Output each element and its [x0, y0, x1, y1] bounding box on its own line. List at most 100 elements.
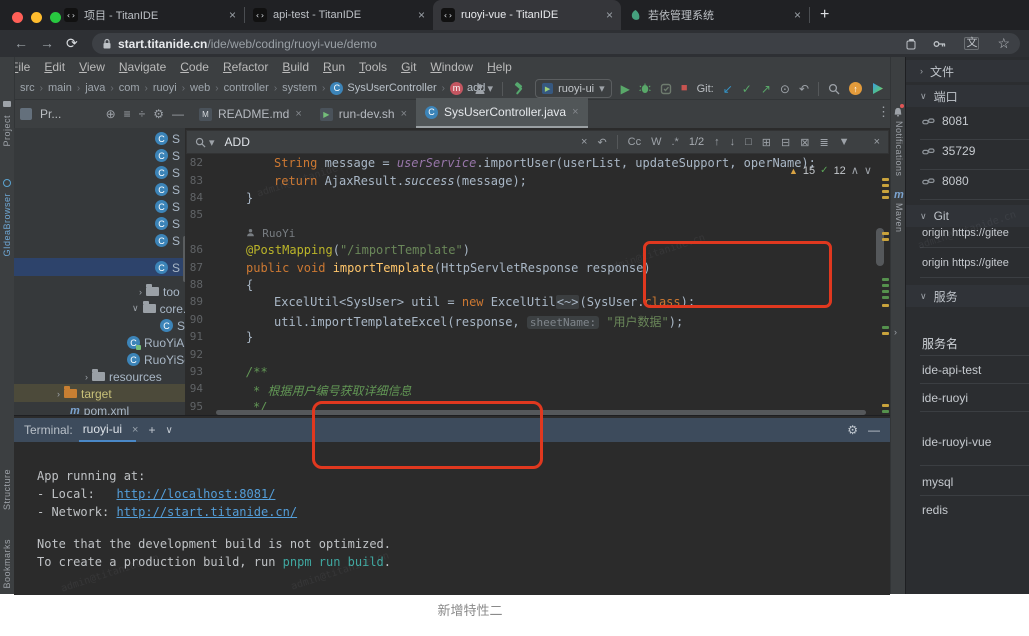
locate-file-icon[interactable]: ⊕	[106, 107, 116, 121]
tree-item-class[interactable]: CS	[155, 181, 180, 198]
terminal-settings-gear-icon[interactable]: ⚙	[847, 423, 858, 437]
tree-item-target[interactable]: ›target	[57, 385, 112, 402]
breadcrumb-main[interactable]: main	[48, 82, 72, 94]
port-row-8080[interactable]: 8080	[922, 174, 969, 188]
bookmark-star-icon[interactable]: ☆	[997, 35, 1010, 52]
git-push-icon[interactable]: ↗	[761, 83, 771, 95]
error-stripe-mark[interactable]	[882, 410, 889, 413]
expand-panel-arrow-icon[interactable]: ›	[894, 327, 897, 337]
tree-item-pom[interactable]: mpom.xml	[70, 402, 129, 415]
editor-tab-sysusercontroller[interactable]: C SysUserController.java ×	[416, 98, 587, 128]
clear-search-icon[interactable]: ×	[581, 136, 587, 148]
close-tab-icon[interactable]: ×	[229, 8, 236, 22]
prev-match-icon[interactable]: ↑	[714, 136, 720, 148]
service-row-ide-api-test[interactable]: ide-api-test	[922, 363, 981, 377]
error-stripe-mark[interactable]	[882, 232, 889, 235]
breadcrumb-com[interactable]: com	[119, 82, 140, 94]
services-section-header[interactable]: ∨服务	[906, 285, 1029, 307]
error-stripe-mark[interactable]	[882, 284, 889, 287]
debug-bug-icon[interactable]	[639, 82, 651, 95]
editor-options-kebab-icon[interactable]: ⋮	[877, 104, 890, 120]
menu-view[interactable]: View	[72, 60, 112, 74]
error-stripe-mark[interactable]	[882, 404, 889, 407]
address-bar[interactable]: start.titanide.cn/ide/web/coding/ruoyi-v…	[92, 33, 1020, 54]
tree-item-core-config[interactable]: ∨core.c	[132, 300, 190, 317]
maven-stripe-icon[interactable]: m	[894, 189, 904, 201]
git-update-icon[interactable]: ↙	[723, 83, 733, 95]
hide-terminal-icon[interactable]: —	[868, 423, 880, 437]
whole-words-toggle[interactable]: W	[651, 136, 661, 148]
user-account-button[interactable]: ▾	[474, 82, 494, 95]
menu-navigate[interactable]: Navigate	[112, 60, 173, 74]
menu-window[interactable]: Window	[423, 60, 480, 74]
browser-tab-project[interactable]: ‹› 项目 - TitanIDE ×	[56, 0, 244, 30]
menu-refactor[interactable]: Refactor	[216, 60, 275, 74]
search-in-selection-icon[interactable]: ≣	[819, 136, 828, 149]
menu-edit[interactable]: Edit	[37, 60, 72, 74]
port-row-35729[interactable]: 35729	[922, 144, 975, 158]
filter-funnel-icon[interactable]: ▼	[839, 136, 850, 148]
new-tab-button[interactable]: +	[810, 0, 839, 30]
files-section-header[interactable]: ›文件	[906, 60, 1029, 82]
stripe-bookmarks-button[interactable]: Bookmarks	[2, 539, 12, 589]
search-history-dropdown-icon[interactable]: ▾	[209, 136, 215, 149]
run-configuration-select[interactable]: ▶ ruoyi-ui ▾	[535, 79, 612, 98]
localhost-link[interactable]: http://localhost:8081/	[116, 487, 275, 501]
breadcrumb-java[interactable]: java	[85, 82, 105, 94]
tree-item-class[interactable]: CS	[155, 232, 180, 249]
stripe-maven-button[interactable]: Maven	[894, 203, 904, 233]
close-tab-icon[interactable]: ×	[418, 8, 425, 22]
stripe-project-button[interactable]: Project	[2, 115, 12, 147]
browser-tab-ruoyi-admin[interactable]: 若依管理系统 ×	[621, 0, 809, 30]
menu-code[interactable]: Code	[173, 60, 216, 74]
ide-logo-icon[interactable]	[871, 82, 884, 95]
service-row-ide-ruoyi[interactable]: ide-ruoyi	[922, 391, 968, 405]
new-line-icon[interactable]: ↶	[597, 136, 606, 149]
breadcrumb-system[interactable]: system	[282, 82, 317, 94]
add-selection-icon[interactable]: ⊞	[762, 136, 771, 149]
breadcrumb-ruoyi[interactable]: ruoyi	[153, 82, 177, 94]
tree-item-class[interactable]: CS	[155, 198, 180, 215]
error-stripe-mark[interactable]	[882, 304, 889, 307]
menu-git[interactable]: Git	[394, 60, 423, 74]
service-row-redis[interactable]: redis	[922, 503, 948, 517]
prev-problem-icon[interactable]: ∧	[851, 164, 859, 177]
tree-item-class[interactable]: CS	[155, 130, 180, 147]
breadcrumb-controller[interactable]: controller	[224, 82, 269, 94]
stripe-structure-button[interactable]: Structure	[2, 469, 12, 510]
url-text[interactable]: start.titanide.cn/ide/web/coding/ruoyi-v…	[118, 37, 377, 51]
new-terminal-icon[interactable]: +	[148, 423, 155, 437]
search-everywhere-icon[interactable]	[828, 83, 840, 95]
tree-item-resources[interactable]: ›resources	[85, 368, 162, 385]
port-row-8081[interactable]: 8081	[922, 114, 969, 128]
error-stripe-mark[interactable]	[882, 290, 889, 293]
tree-item-tools[interactable]: ›too	[139, 283, 180, 300]
password-key-icon[interactable]	[933, 38, 946, 50]
select-all-matches-icon[interactable]: □	[745, 136, 752, 148]
error-stripe-mark[interactable]	[882, 332, 889, 335]
tree-item-class-selected[interactable]: CS	[155, 259, 180, 276]
git-commit-icon[interactable]: ✓	[742, 83, 752, 95]
tree-item-ruoyi-app[interactable]: CRuoYiApp	[127, 334, 190, 351]
editor-tab-run-dev[interactable]: ▶ run-dev.sh ×	[311, 100, 416, 128]
find-input[interactable]: ADD	[225, 135, 250, 149]
menu-run[interactable]: Run	[316, 60, 352, 74]
menu-build[interactable]: Build	[275, 60, 316, 74]
run-with-coverage-icon[interactable]	[660, 83, 672, 95]
update-available-icon[interactable]: ↑	[849, 82, 862, 95]
tree-item-ruoyi-server[interactable]: CRuoYiSer	[127, 351, 190, 368]
tree-item-class[interactable]: CS	[155, 164, 180, 181]
rollback-icon[interactable]: ↶	[799, 83, 809, 95]
regex-toggle[interactable]: .*	[672, 136, 679, 148]
breadcrumb-src[interactable]: src	[20, 82, 35, 94]
breadcrumb-web[interactable]: web	[190, 82, 210, 94]
browser-tab-ruoyi-vue[interactable]: ‹› ruoyi-vue - TitanIDE ×	[433, 0, 621, 30]
menu-tools[interactable]: Tools	[352, 60, 394, 74]
close-tab-icon[interactable]: ×	[401, 108, 407, 120]
git-remote-row[interactable]: origin https://gitee	[922, 227, 1009, 239]
terminal-tab-ruoyi-ui[interactable]: ruoyi-ui	[83, 422, 122, 438]
git-remote-row[interactable]: origin https://gitee	[922, 257, 1009, 269]
error-stripe-mark[interactable]	[882, 326, 889, 329]
stripe-gideabrowser-button[interactable]: GIdeaBrowser	[2, 193, 12, 257]
next-problem-icon[interactable]: ∨	[864, 164, 872, 177]
